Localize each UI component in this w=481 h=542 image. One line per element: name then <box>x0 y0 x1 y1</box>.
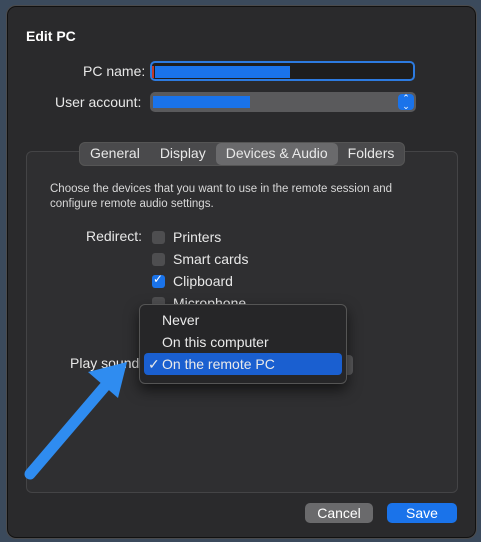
annotation-arrow-icon <box>24 362 127 480</box>
